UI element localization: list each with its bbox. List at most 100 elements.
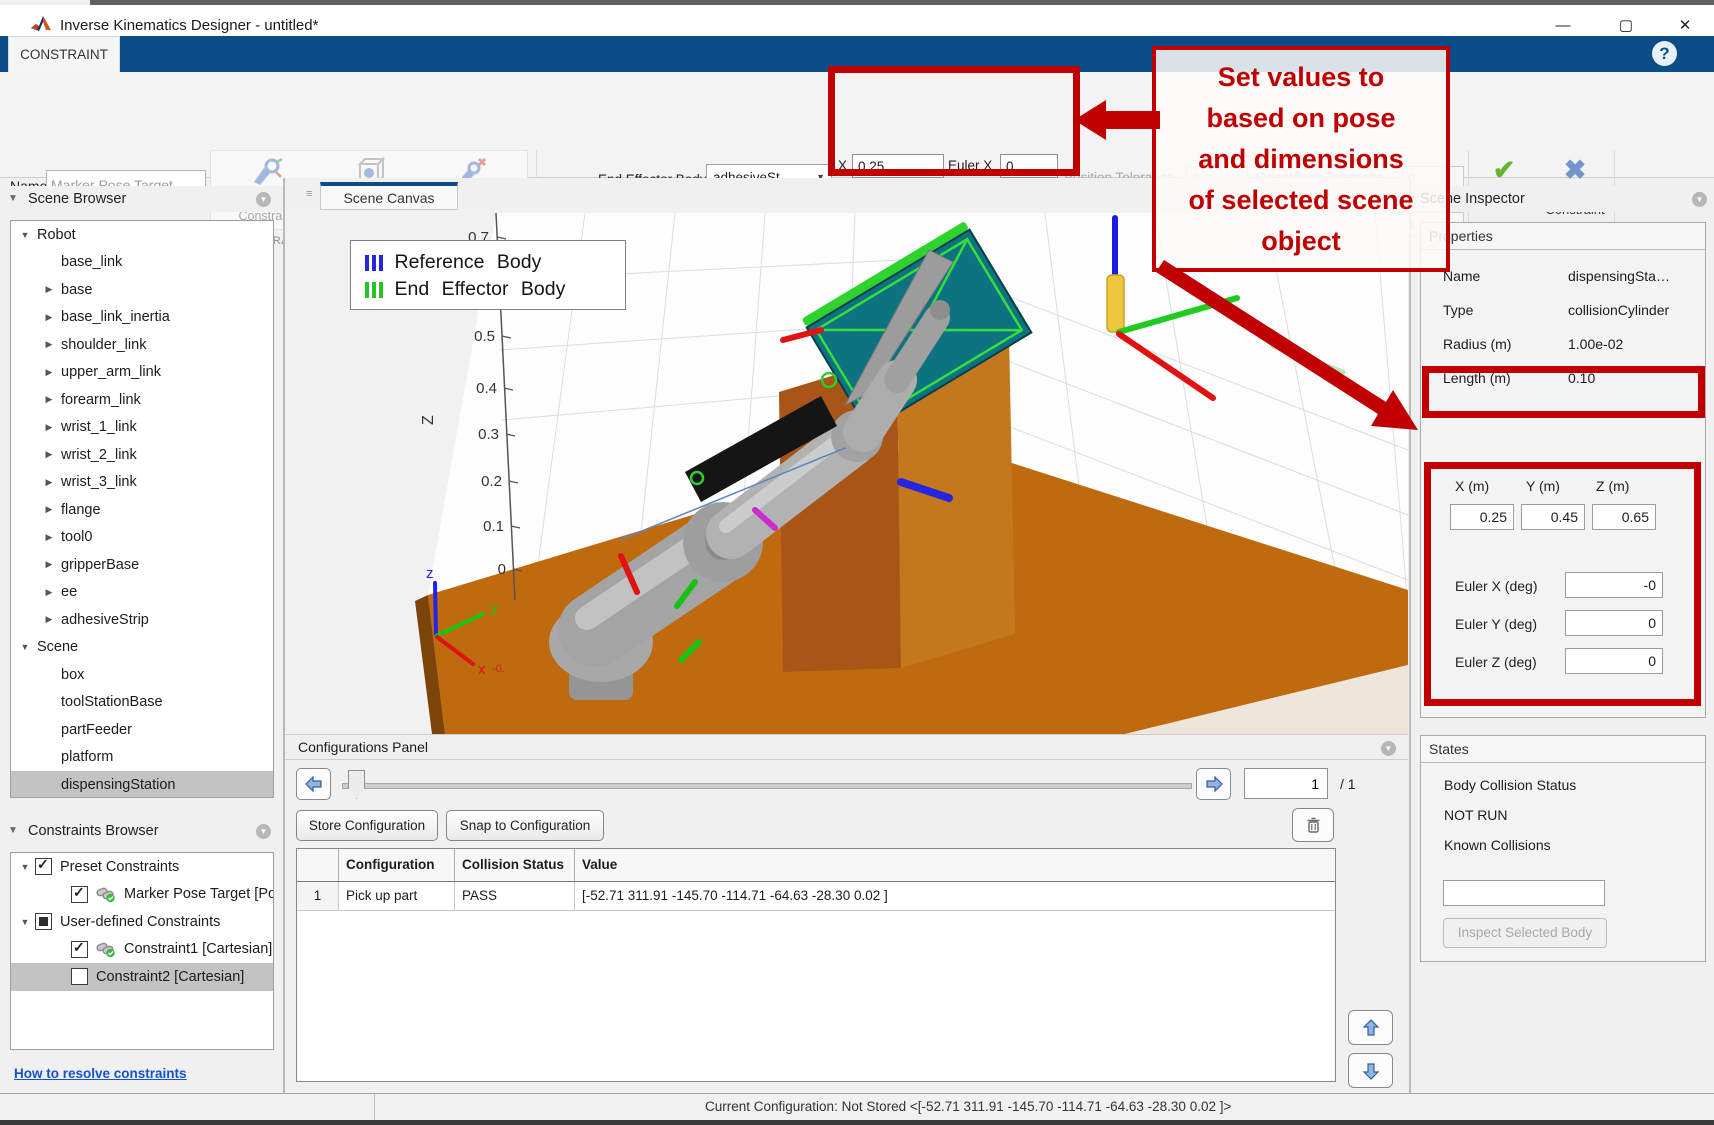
panel-menu-icon[interactable]: ▼ (1381, 741, 1396, 756)
snap-to-configuration-button[interactable]: Snap to Configuration (446, 810, 604, 841)
scene-browser-title: Scene Browser (28, 191, 127, 207)
collapse-icon[interactable]: ▼ (19, 862, 31, 872)
tree-item-upper-arm-link[interactable]: ▶ upper_arm_link (11, 359, 273, 387)
collapse-panel-icon[interactable]: ▼ (8, 193, 18, 204)
origin-x-label: x (478, 661, 486, 678)
collapse-panel-icon[interactable]: ▼ (8, 825, 18, 836)
tree-item-platform[interactable]: platform (11, 744, 273, 772)
move-row-up-button[interactable] (1348, 1010, 1393, 1045)
checkbox-checked[interactable] (71, 939, 88, 958)
tree-item-wrist-2-link[interactable]: ▶ wrist_2_link (11, 441, 273, 469)
tree-item-label: Preset Constraints (60, 858, 180, 875)
tree-item-robot[interactable]: ▼ Robot (11, 221, 273, 249)
collapse-icon[interactable]: ▼ (19, 917, 31, 927)
property-value: 1.00e-02 (1568, 336, 1624, 352)
expand-icon[interactable]: ▶ (43, 394, 55, 405)
tree-item-base[interactable]: ▶ base (11, 276, 273, 304)
delete-configuration-button[interactable] (1292, 808, 1334, 842)
tree-item-flange[interactable]: ▶ flange (11, 496, 273, 524)
tree-item-wrist-1-link[interactable]: ▶ wrist_1_link (11, 414, 273, 442)
tree-item-user-defined-constraints[interactable]: ▼ User-defined Constraints (11, 908, 273, 936)
z-tick: 0.5 (474, 328, 495, 345)
inverse-kinematics-designer-window: Inverse Kinematics Designer - untitled* … (0, 0, 1714, 1125)
collapse-icon[interactable]: ▼ (19, 642, 31, 652)
previous-configuration-button[interactable] (296, 768, 331, 800)
checkbox-checked[interactable] (71, 884, 88, 903)
collapse-icon[interactable]: ▼ (19, 230, 31, 240)
matlab-logo-icon (31, 16, 51, 31)
expand-icon[interactable]: ▶ (43, 559, 55, 570)
window-title: Inverse Kinematics Designer - untitled* (60, 17, 319, 34)
expand-icon[interactable]: ▶ (43, 312, 55, 323)
tree-item-label: platform (61, 749, 114, 766)
annotation-line: of selected scene (1188, 184, 1414, 215)
tab-scene-canvas[interactable]: Scene Canvas (320, 182, 458, 210)
help-button[interactable]: ? (1652, 41, 1677, 66)
expand-icon[interactable]: ▶ (43, 284, 55, 295)
property-name: Name (1443, 268, 1481, 284)
expand-icon[interactable]: ▶ (43, 339, 55, 350)
panel-menu-icon[interactable]: ▼ (256, 824, 271, 839)
tree-item-marker-pose-target-pose-[interactable]: Marker Pose Target [Pose] (11, 881, 273, 909)
inspect-selected-body-button[interactable]: Inspect Selected Body (1443, 918, 1607, 948)
store-configuration-button[interactable]: Store Configuration (296, 810, 438, 841)
legend-item: Reference Body (365, 249, 625, 276)
legend-label: End Effector Body (394, 278, 566, 300)
expand-icon[interactable]: ▶ (43, 477, 55, 488)
tree-item-label: tool0 (61, 529, 93, 546)
table-row[interactable]: 1 Pick up part PASS [-52.71 311.91 -145.70 … (297, 882, 1335, 911)
tree-item-constraint2-cartesian-[interactable]: Constraint2 [Cartesian] (11, 963, 273, 991)
configurations-table[interactable]: Configuration Collision Status Value 1 Pick … (296, 848, 1336, 1082)
checkbox-unchecked[interactable] (71, 968, 88, 986)
tree-item-scene[interactable]: ▼ Scene (11, 634, 273, 662)
expand-icon[interactable]: ▶ (43, 587, 55, 598)
tree-item-label: wrist_2_link (61, 446, 137, 463)
expand-icon[interactable]: ▶ (43, 422, 55, 433)
tab-constraint[interactable]: CONSTRAINT (8, 36, 120, 72)
panel-grip-icon[interactable]: ≡ (306, 188, 312, 200)
body-collision-status-label: Body Collision Status (1444, 777, 1577, 793)
tree-item-dispensingstation[interactable]: dispensingStation (11, 771, 273, 797)
tree-item-label: flange (61, 501, 101, 518)
expand-icon[interactable]: ▶ (43, 449, 55, 460)
tree-item-base-link[interactable]: base_link (11, 249, 273, 277)
tree-item-toolstationbase[interactable]: toolStationBase (11, 689, 273, 717)
panel-menu-icon[interactable]: ▼ (1692, 192, 1707, 207)
move-row-down-button[interactable] (1348, 1053, 1393, 1088)
annotation-highlight-inspector-pose (1424, 462, 1701, 706)
tree-item-gripperbase[interactable]: ▶ gripperBase (11, 551, 273, 579)
legend-item: End Effector Body (365, 276, 625, 303)
known-collisions-input[interactable] (1443, 880, 1605, 906)
tree-item-label: shoulder_link (61, 336, 147, 353)
configuration-slider[interactable] (342, 783, 1192, 789)
tree-item-shoulder-link[interactable]: ▶ shoulder_link (11, 331, 273, 359)
expand-icon[interactable]: ▶ (43, 532, 55, 543)
checkbox-checked[interactable] (35, 856, 52, 876)
how-to-resolve-constraints-link[interactable]: How to resolve constraints (14, 1066, 187, 1081)
table-cell: PASS (455, 882, 575, 910)
tree-item-constraint1-cartesian-[interactable]: Constraint1 [Cartesian] (11, 936, 273, 964)
table-header-row: Configuration Collision Status Value (297, 849, 1335, 882)
tree-item-adhesivestrip[interactable]: ▶ adhesiveStrip (11, 606, 273, 634)
tree-item-partfeeder[interactable]: partFeeder (11, 716, 273, 744)
apply-check-icon: ✔ (1492, 155, 1516, 185)
tree-item-base-link-inertia[interactable]: ▶ base_link_inertia (11, 304, 273, 332)
tree-item-tool0[interactable]: ▶ tool0 (11, 524, 273, 552)
configuration-index-input[interactable] (1244, 768, 1328, 799)
next-configuration-button[interactable] (1196, 768, 1231, 800)
tree-item-label: Marker Pose Target [Pose] (124, 886, 274, 903)
tree-item-preset-constraints[interactable]: ▼ Preset Constraints (11, 853, 273, 881)
checkbox-partial[interactable] (35, 913, 52, 931)
table-cell: [-52.71 311.91 -145.70 -114.71 -64.63 -2… (582, 888, 888, 903)
tree-item-ee[interactable]: ▶ ee (11, 579, 273, 607)
panel-menu-icon[interactable]: ▼ (256, 192, 271, 207)
tree-item-forearm-link[interactable]: ▶ forearm_link (11, 386, 273, 414)
tree-item-wrist-3-link[interactable]: ▶ wrist_3_link (11, 469, 273, 497)
scene-inspector-header: Scene Inspector ▼ (1412, 186, 1714, 212)
configuration-slider-thumb[interactable] (348, 770, 365, 799)
expand-icon[interactable]: ▶ (43, 504, 55, 515)
tree-item-box[interactable]: box (11, 661, 273, 689)
expand-icon[interactable]: ▶ (43, 614, 55, 625)
table-header: Value (582, 857, 618, 872)
expand-icon[interactable]: ▶ (43, 367, 55, 378)
